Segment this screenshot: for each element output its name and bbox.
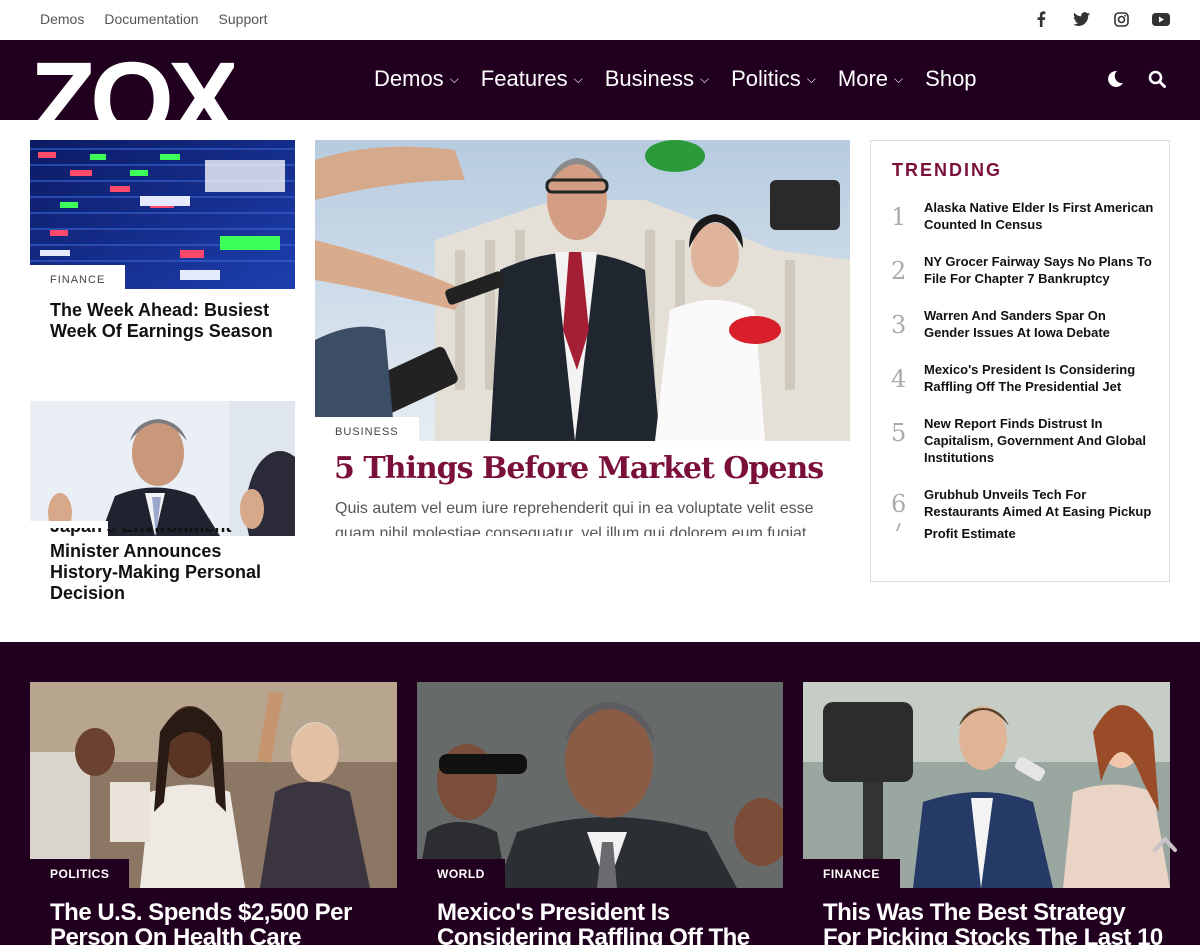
article-title[interactable]: The Week Ahead: Busiest Week Of Earnings…	[50, 300, 280, 342]
menu-label: Demos	[374, 66, 444, 91]
menu-item-more[interactable]: More ⌵	[838, 66, 903, 92]
trending-title[interactable]: Alaska Native Elder Is First American Co…	[924, 199, 1154, 233]
lead-article-excerpt: Quis autem vel eum iure reprehenderit qu…	[335, 500, 814, 536]
card-title[interactable]: The U.S. Spends $2,500 Per Person On Hea…	[50, 900, 370, 945]
chevron-down-icon: ⌵	[700, 71, 710, 86]
category-label[interactable]: BUSINESS	[315, 417, 419, 447]
youtube-icon[interactable]	[1152, 9, 1170, 29]
japanese-minister-image[interactable]	[30, 401, 295, 536]
menu-item-demos[interactable]: Demos ⌵	[374, 66, 459, 92]
utility-links: Demos Documentation Support	[40, 11, 268, 27]
trending-item[interactable]: 6 Grubhub Unveils Tech For Restaurants A…	[871, 486, 1169, 522]
trending-number: 5	[891, 419, 907, 447]
trending-item[interactable]: 7 Profit Estimate	[871, 523, 1169, 543]
menu-label: Features	[480, 66, 568, 91]
menu-label: Shop	[925, 66, 977, 91]
facebook-icon[interactable]	[1032, 9, 1050, 29]
menu-label: Politics	[731, 66, 801, 91]
category-label[interactable]: WORLD	[417, 859, 505, 889]
trending-number: 4	[891, 365, 907, 393]
utility-link-support[interactable]: Support	[219, 11, 268, 27]
trending-number: 6	[891, 490, 907, 518]
menu-label: More	[837, 66, 889, 91]
trending-number: 7	[891, 523, 907, 537]
nav-icons	[1106, 70, 1166, 88]
trending-title[interactable]: New Report Finds Distrust In Capitalism,…	[924, 415, 1154, 466]
chevron-down-icon: ⌵	[894, 71, 904, 86]
dark-feature-band: POLITICS The U.S. Spends $2,500 Per Pers…	[0, 642, 1200, 945]
main-menu: Demos ⌵ Features ⌵ Business ⌵ Politics ⌵ Mor…	[374, 66, 999, 92]
chevron-down-icon: ⌵	[449, 71, 459, 86]
menu-item-shop[interactable]: Shop	[925, 66, 976, 92]
top-utility-bar: Demos Documentation Support	[0, 0, 1200, 40]
category-label[interactable]: FINANCE	[30, 265, 126, 295]
site-logo[interactable]: ZOX	[30, 48, 234, 120]
search-icon[interactable]	[1148, 70, 1166, 88]
card-title[interactable]: This Was The Best Strategy For Picking S…	[823, 900, 1163, 945]
twitter-icon[interactable]	[1072, 9, 1090, 29]
article-title[interactable]: Minister Announces History-Making Person…	[50, 541, 290, 604]
chevron-down-icon: ⌵	[573, 71, 583, 86]
trending-widget: TRENDING 1 Alaska Native Elder Is First …	[870, 140, 1170, 582]
article-title-clipped-text: Japan's Environment	[50, 528, 280, 537]
trending-title[interactable]: Profit Estimate	[924, 525, 1154, 542]
main-navigation: ZOX Demos ⌵ Features ⌵ Business ⌵ Politics ⌵…	[0, 40, 1200, 120]
moon-icon[interactable]	[1106, 70, 1124, 88]
menu-label: Business	[604, 66, 695, 91]
category-label[interactable]: POLITICS	[30, 859, 130, 889]
trending-title[interactable]: Mexico's President Is Considering Raffli…	[924, 361, 1154, 395]
social-links	[1032, 9, 1170, 29]
trending-title[interactable]: Warren And Sanders Spar On Gender Issues…	[924, 307, 1154, 341]
utility-link-demos[interactable]: Demos	[40, 11, 84, 27]
article-title-clipped: Japan's Environment	[50, 528, 280, 538]
card-title[interactable]: Mexico's President Is Considering Raffli…	[437, 900, 757, 945]
trending-title[interactable]: NY Grocer Fairway Says No Plans To File …	[924, 253, 1154, 287]
menu-item-features[interactable]: Features ⌵	[481, 66, 583, 92]
interview-image[interactable]	[803, 682, 1170, 888]
trending-title[interactable]: Grubhub Unveils Tech For Restaurants Aim…	[924, 486, 1154, 522]
menu-item-business[interactable]: Business ⌵	[605, 66, 709, 92]
utility-link-documentation[interactable]: Documentation	[104, 11, 198, 27]
trending-number: 1	[891, 203, 907, 231]
protest-image[interactable]	[30, 682, 397, 888]
trending-heading: TRENDING	[892, 160, 1002, 180]
instagram-icon[interactable]	[1112, 9, 1130, 29]
trending-number: 2	[891, 257, 907, 285]
category-label[interactable]: FINANCE	[803, 859, 900, 889]
scroll-to-top-icon[interactable]	[1152, 832, 1178, 858]
chevron-down-icon: ⌵	[806, 71, 816, 86]
lead-article-title[interactable]: 5 Things Before Market Opens	[334, 451, 824, 486]
logo-text: ZOX	[30, 48, 235, 120]
press-conference-image[interactable]	[315, 140, 850, 441]
mexico-president-image[interactable]	[417, 682, 783, 888]
trending-number: 3	[891, 311, 907, 339]
menu-item-politics[interactable]: Politics ⌵	[731, 66, 816, 92]
